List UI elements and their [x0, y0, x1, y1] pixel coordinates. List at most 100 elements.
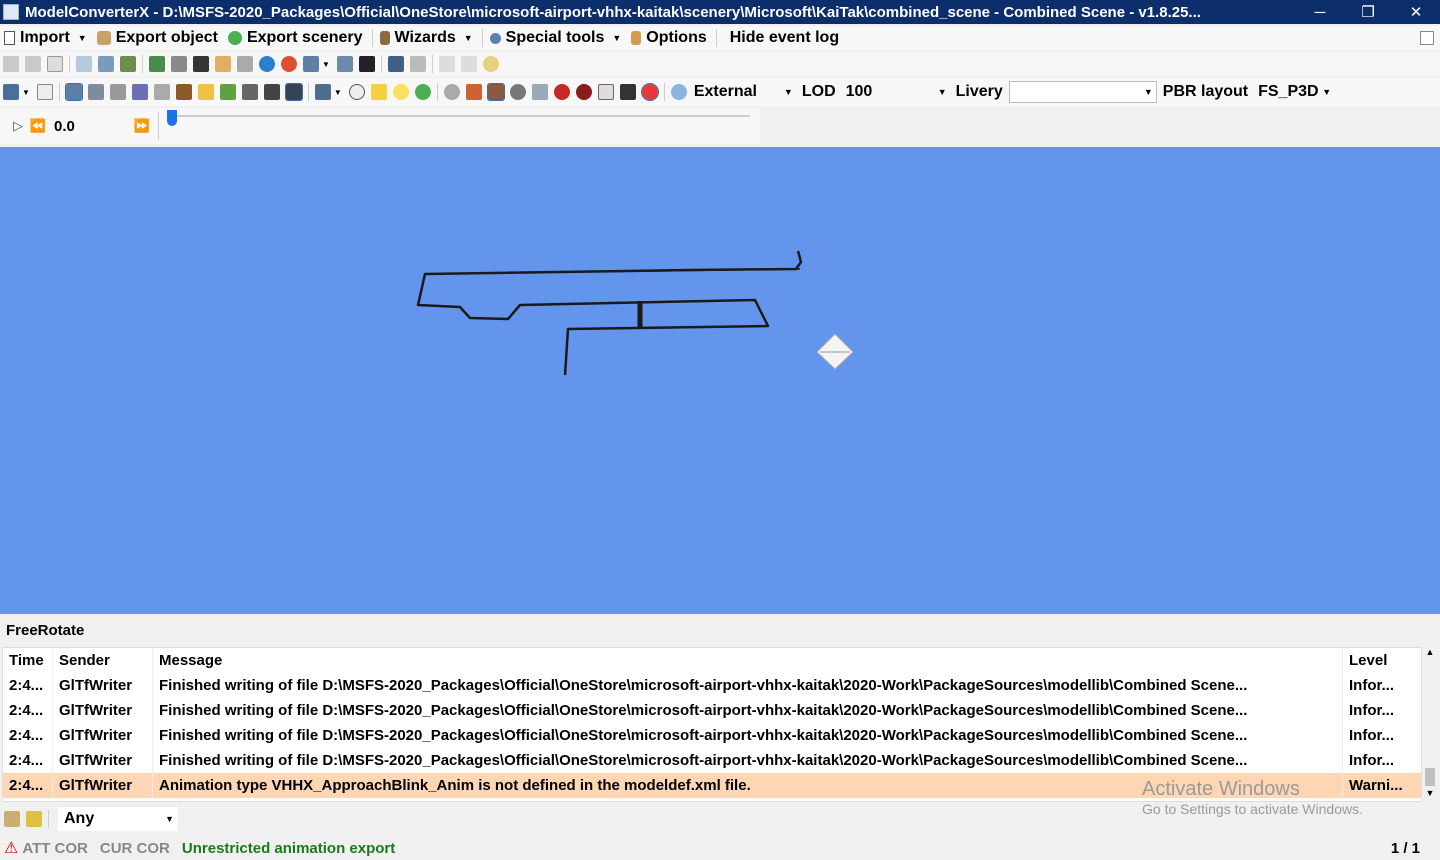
sphere-icon[interactable] [509, 84, 526, 100]
table-row[interactable]: 2:4... GlTfWriter Finished writing of fi… [3, 723, 1421, 748]
scrollbar-thumb[interactable] [1425, 768, 1435, 786]
event-log-scrollbar[interactable]: ▲ ▼ [1422, 647, 1438, 802]
back-arrow-icon[interactable] [3, 56, 19, 72]
view-mode-select[interactable]: External ▼ [690, 81, 796, 103]
mesh-icon[interactable] [597, 84, 614, 100]
timeline-slider-thumb[interactable] [167, 110, 177, 126]
column-header-level[interactable]: Level [1343, 648, 1419, 673]
timeline-track[interactable] [170, 115, 750, 117]
hide-event-log-menu[interactable]: Hide event log [720, 26, 845, 50]
time-value[interactable]: 0.0 [54, 118, 124, 135]
scroll-up-icon[interactable]: ▲ [1422, 647, 1438, 661]
light-icon[interactable] [370, 84, 387, 100]
cur-cor-indicator[interactable]: CUR COR [100, 840, 170, 857]
network-icon[interactable] [131, 84, 148, 100]
minimize-button[interactable]: ─ [1296, 4, 1344, 21]
pin-icon[interactable] [98, 56, 114, 72]
runway-edge [424, 268, 801, 275]
dark-ball-icon[interactable] [575, 84, 592, 100]
scatter-icon[interactable] [87, 84, 104, 100]
bones-icon[interactable] [284, 83, 303, 101]
column-header-message[interactable]: Message [153, 648, 1343, 673]
table-row[interactable]: 2:4... GlTfWriter Finished writing of fi… [3, 698, 1421, 723]
export-scenery-menu[interactable]: Export scenery [224, 26, 369, 50]
3d-viewport[interactable] [0, 147, 1440, 614]
sheet-icon[interactable] [237, 56, 253, 72]
airplane-icon[interactable] [263, 84, 280, 100]
notes-icon[interactable] [409, 56, 426, 72]
clear-log-icon[interactable] [26, 811, 42, 827]
frame-icon[interactable] [197, 84, 214, 100]
texture-icon[interactable] [215, 56, 231, 72]
column-header-sender[interactable]: Sender [53, 648, 153, 673]
colorcube-icon[interactable] [465, 84, 482, 100]
bulb-icon[interactable] [392, 84, 409, 100]
zoom-extents-icon[interactable] [3, 84, 19, 100]
undo-icon[interactable] [438, 56, 455, 72]
log-filter-bar: Any ▼ [0, 806, 1440, 832]
chevron-down-icon[interactable]: ▼ [322, 60, 330, 69]
earth-icon[interactable] [259, 56, 275, 72]
clock-icon[interactable] [482, 56, 499, 72]
special-tools-menu[interactable]: Special tools ▼ [486, 26, 628, 50]
warning-icon[interactable]: ⚠ [4, 838, 18, 858]
crosshair-icon[interactable] [348, 84, 365, 100]
chevron-down-icon[interactable]: ▼ [22, 88, 30, 97]
log-level-filter-select[interactable]: Any ▼ [58, 807, 178, 831]
axis-icon[interactable] [531, 84, 548, 100]
grid-icon[interactable] [64, 83, 83, 101]
edit-log-icon[interactable] [4, 811, 20, 827]
select-cursor-icon[interactable] [36, 84, 53, 100]
material-editor-icon[interactable] [149, 56, 165, 72]
pbr-layout-select[interactable]: FS_P3D ▼ [1254, 81, 1334, 103]
link-icon[interactable] [336, 56, 353, 72]
screenshot-icon[interactable] [387, 56, 404, 72]
person-icon[interactable] [358, 56, 375, 72]
chevron-down-icon[interactable]: ▼ [334, 88, 342, 97]
pencil-icon[interactable] [109, 84, 126, 100]
options-menu[interactable]: Options [627, 26, 712, 50]
import-menu[interactable]: Import ▼ [0, 26, 93, 50]
scroll-down-icon[interactable]: ▼ [1422, 788, 1438, 802]
globe-icon [227, 31, 242, 45]
table-row[interactable]: 2:4... GlTfWriter Finished writing of fi… [3, 673, 1421, 698]
chart-pie-icon[interactable] [281, 56, 297, 72]
wizards-menu[interactable]: Wizards ▼ [376, 26, 479, 50]
red-ball-icon[interactable] [553, 84, 570, 100]
fast-forward-icon[interactable]: ⏩ [132, 118, 152, 134]
lod-select[interactable]: 100 ▼ [842, 81, 950, 103]
att-cor-indicator[interactable]: ATT COR [22, 840, 88, 857]
redo-icon[interactable] [460, 56, 477, 72]
export-scenery-label: Export scenery [246, 29, 363, 46]
refresh-icon[interactable] [414, 84, 431, 100]
image-icon[interactable] [171, 56, 187, 72]
event-log-panel: FreeRotate Time Sender Message Level 2:4… [0, 615, 1440, 817]
restore-button[interactable]: ❐ [1344, 3, 1392, 21]
eye-icon[interactable] [670, 84, 687, 100]
rewind-icon[interactable]: ⏪ [28, 118, 48, 134]
hierarchy-icon[interactable] [120, 56, 136, 72]
cube-wire-icon[interactable] [153, 84, 170, 100]
document-icon[interactable] [47, 56, 63, 72]
livery-select[interactable]: ▼ [1008, 81, 1157, 103]
shadow-icon[interactable] [619, 84, 636, 100]
title-bar: ModelConverterX - D:\MSFS-2020_Packages\… [0, 0, 1440, 24]
export-object-menu[interactable]: Export object [93, 26, 224, 50]
table-row[interactable]: 2:4... GlTfWriter Finished writing of fi… [3, 748, 1421, 773]
zoom-document-icon[interactable] [76, 56, 92, 72]
film-icon[interactable] [193, 56, 209, 72]
box-icon[interactable] [175, 84, 192, 100]
apple-icon[interactable] [640, 83, 659, 101]
terrain-icon[interactable] [219, 84, 236, 100]
runway-icon[interactable] [241, 84, 258, 100]
texture-cube-icon[interactable] [486, 83, 505, 101]
monitor-icon[interactable] [303, 56, 319, 72]
forward-arrow-icon[interactable] [25, 56, 41, 72]
panel-icon[interactable] [1420, 31, 1434, 45]
column-header-time[interactable]: Time [3, 648, 53, 673]
settings-gear-icon[interactable] [443, 84, 460, 100]
animation-export-status[interactable]: Unrestricted animation export [182, 840, 395, 857]
camera-icon[interactable] [314, 84, 331, 100]
play-icon[interactable]: ▷ [8, 118, 28, 134]
close-button[interactable]: ✕ [1392, 3, 1440, 21]
